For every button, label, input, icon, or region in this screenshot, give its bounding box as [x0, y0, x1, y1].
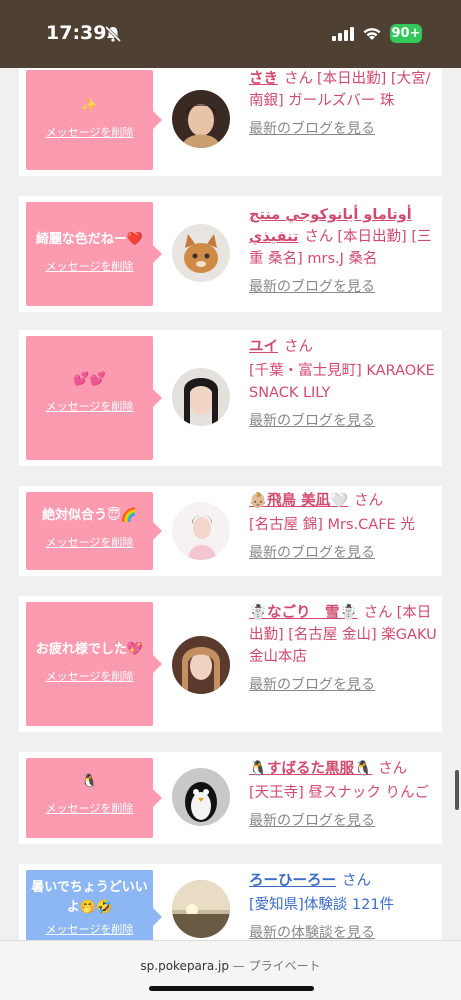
cast-name-link[interactable]: 🐧すばるた黒服🐧: [249, 761, 372, 777]
latest-blog-link[interactable]: 最新のブログを見る: [249, 674, 439, 696]
delete-message-link[interactable]: メッセージを削除: [46, 800, 134, 816]
delete-message-link[interactable]: メッセージを削除: [46, 258, 134, 274]
avatar[interactable]: [172, 90, 230, 148]
latest-review-link[interactable]: 最新の体験談を見る: [249, 922, 439, 940]
delete-message-link[interactable]: メッセージを削除: [46, 398, 134, 414]
scroll-indicator[interactable]: [455, 770, 459, 810]
cast-name-link[interactable]: 👶🏼飛鳥 美凪🤍: [249, 493, 348, 509]
wifi-icon: [363, 28, 381, 40]
message-card: 絶対似合う😇🌈 メッセージを削除 👶🏼飛鳥 美凪🤍 さん [名古屋 錦] Mrs.…: [19, 486, 442, 576]
message-text: 綺麗な色だねー❤️: [35, 232, 144, 247]
avatar[interactable]: [172, 880, 230, 938]
latest-blog-link[interactable]: 最新のブログを見る: [249, 410, 439, 432]
honorific-label: さん: [284, 339, 313, 355]
delete-message-link[interactable]: メッセージを削除: [46, 668, 134, 684]
message-card: 暑いでちょうどいいよ🤭🤣 メッセージを削除 ろーひーろー さん [愛知県]体験談 …: [19, 864, 442, 940]
battery-indicator: 90+: [390, 24, 422, 43]
private-mode-label: — プライベート: [228, 959, 321, 973]
shop-text: [千葉・富士見町] KARAOKE SNACK LILY: [249, 363, 435, 401]
cast-name-link[interactable]: さき: [249, 71, 278, 87]
message-card: ✨ メッセージを削除 さき さん [本日出勤] [大宮/南銀] ガールズバー 珠 最…: [19, 68, 442, 176]
message-bubble: 暑いでちょうどいいよ🤭🤣 メッセージを削除: [26, 870, 162, 940]
cast-info: 🐧すばるた黒服🐧 さん [天王寺] 昼スナック りんご 最新のブログを見る: [249, 758, 439, 832]
message-bubble: 絶対似合う😇🌈 メッセージを削除: [26, 492, 162, 570]
cast-name-link[interactable]: ☃️なごり 雪☃️: [249, 605, 358, 621]
home-indicator[interactable]: [149, 986, 314, 991]
status-bar: 17:39 90+: [0, 0, 461, 68]
message-bubble: ✨ メッセージを削除: [26, 70, 162, 170]
honorific-label: さん: [284, 71, 313, 87]
honorific-label: さん: [378, 761, 408, 777]
avatar[interactable]: [172, 502, 230, 560]
message-text: 💕💕: [73, 372, 106, 387]
honorific-label: さん: [304, 229, 334, 245]
message-card: お疲れ様でした💖 メッセージを削除 ☃️なごり 雪☃️ さん [本日出勤] [名古屋…: [19, 596, 442, 732]
cast-info: ろーひーろー さん [愛知県]体験談 121件 最新の体験談を見る: [249, 870, 439, 940]
latest-blog-link[interactable]: 最新のブログを見る: [249, 542, 439, 564]
message-text: 暑いでちょうどいいよ🤭🤣: [31, 880, 148, 915]
honorific-label: さん: [342, 873, 371, 889]
delete-message-link[interactable]: メッセージを削除: [46, 534, 134, 550]
message-card: 綺麗な色だねー❤️ メッセージを削除 أوتاماو أيانوكوجي منت…: [19, 196, 442, 312]
shop-text: [愛知県]体験談 121件: [249, 897, 395, 913]
avatar[interactable]: [172, 224, 230, 282]
shop-text: [天王寺] 昼スナック りんご: [249, 785, 430, 801]
message-text: お疲れ様でした💖: [35, 642, 144, 657]
delete-message-link[interactable]: メッセージを削除: [46, 921, 134, 937]
status-time: 17:39: [46, 22, 107, 44]
bell-slash-icon: [104, 25, 122, 43]
latest-blog-link[interactable]: 最新のブログを見る: [249, 810, 439, 832]
cast-info: ユイ さん [千葉・富士見町] KARAOKE SNACK LILY 最新のブログ…: [249, 336, 439, 432]
honorific-label: さん: [354, 493, 384, 509]
message-bubble: 綺麗な色だねー❤️ メッセージを削除: [26, 202, 162, 306]
cast-name-link[interactable]: ろーひーろー: [249, 873, 336, 889]
url-display[interactable]: sp.pokepara.jp — プライベート: [0, 957, 461, 974]
message-list: ✨ メッセージを削除 さき さん [本日出勤] [大宮/南銀] ガールズバー 珠 最…: [0, 68, 461, 940]
message-bubble: 💕💕 メッセージを削除: [26, 336, 162, 460]
browser-address-bar[interactable]: sp.pokepara.jp — プライベート: [0, 940, 461, 1000]
latest-blog-link[interactable]: 最新のブログを見る: [249, 118, 439, 140]
avatar[interactable]: [172, 636, 230, 694]
cast-info: أوتاماو أيانوكوجي منتج تنفيذي さん [本日出勤] [三…: [249, 204, 439, 298]
cast-info: 👶🏼飛鳥 美凪🤍 さん [名古屋 錦] Mrs.CAFE 光 最新のブログを見る: [249, 490, 439, 564]
honorific-label: さん: [363, 605, 393, 621]
url-text: sp.pokepara.jp: [140, 959, 229, 973]
message-text: 🐧: [81, 774, 98, 789]
message-text: ✨: [81, 98, 98, 113]
latest-blog-link[interactable]: 最新のブログを見る: [249, 276, 439, 298]
delete-message-link[interactable]: メッセージを削除: [46, 124, 134, 140]
message-bubble: 🐧 メッセージを削除: [26, 758, 162, 838]
shop-text: [名古屋 錦] Mrs.CAFE 光: [249, 517, 415, 533]
cast-name-link[interactable]: ユイ: [249, 339, 278, 355]
message-text: 絶対似合う😇🌈: [42, 508, 137, 523]
signal-icon: [332, 27, 354, 41]
avatar[interactable]: [172, 768, 230, 826]
avatar[interactable]: [172, 368, 230, 426]
cast-info: さき さん [本日出勤] [大宮/南銀] ガールズバー 珠 最新のブログを見る: [249, 68, 439, 140]
message-bubble: お疲れ様でした💖 メッセージを削除: [26, 602, 162, 726]
message-card: 🐧 メッセージを削除 🐧すばるた黒服🐧 さん [天王寺] 昼スナック りんご 最新…: [19, 752, 442, 844]
cast-info: ☃️なごり 雪☃️ さん [本日出勤] [名古屋 金山] 楽GAKU 金山本店 最新…: [249, 602, 439, 696]
message-card: 💕💕 メッセージを削除 ユイ さん [千葉・富士見町] KARAOKE SNACK…: [19, 330, 442, 466]
